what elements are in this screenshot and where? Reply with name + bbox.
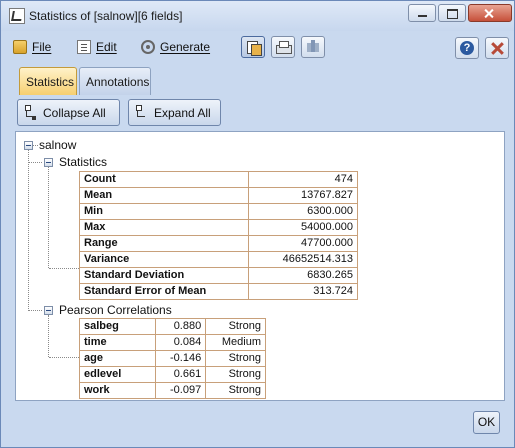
statistics-row: Min 6300.000: [78, 203, 358, 220]
menu-generate[interactable]: Generate: [141, 38, 210, 56]
statistics-row: Standard Deviation 6830.265: [78, 267, 358, 284]
statistics-row: Count 474: [78, 171, 358, 188]
statistic-value: 313.724: [248, 283, 358, 300]
statistic-value: 6300.000: [248, 203, 358, 220]
help-button[interactable]: ?: [455, 37, 479, 59]
statistics-table-body: Count 474 Mean 13767.827 Min 6300.000 Max 54000…: [78, 171, 358, 300]
tree-connector: [49, 268, 79, 269]
statistics-toggle[interactable]: [44, 158, 53, 167]
correlation-row: salbeg 0.880 Strong: [78, 318, 266, 335]
minimize-button[interactable]: [408, 4, 436, 22]
correlation-strength: Strong: [205, 382, 266, 399]
statistic-name: Variance: [78, 251, 250, 268]
correlation-value: 0.084: [155, 334, 207, 351]
statistics-row: Standard Error of Mean 313.724: [78, 283, 358, 300]
close-output-button[interactable]: [485, 37, 509, 59]
statistics-row: Mean 13767.827: [78, 187, 358, 204]
correlation-value: -0.097: [155, 382, 207, 399]
edit-icon: [77, 40, 91, 54]
tree-connector: [48, 315, 49, 357]
statistic-name: Standard Deviation: [78, 267, 250, 284]
copy-button[interactable]: [241, 36, 265, 58]
ok-button[interactable]: OK: [473, 411, 500, 434]
statistic-name: Max: [78, 219, 250, 236]
statistics-window: Statistics of [salnow][6 fields] File Ed…: [0, 0, 515, 448]
statistic-value: 6830.265: [248, 267, 358, 284]
app-icon: [9, 8, 25, 24]
statistics-row: Range 47700.000: [78, 235, 358, 252]
menu-bar: File Edit Generate ?: [9, 32, 509, 62]
statistic-value: 46652514.313: [248, 251, 358, 268]
statistic-value: 47700.000: [248, 235, 358, 252]
correlations-node-label[interactable]: Pearson Correlations: [59, 303, 172, 317]
tree-connector: [28, 150, 29, 311]
correlation-value: 0.880: [155, 318, 207, 335]
tree-connector: [29, 310, 42, 311]
menu-file-label: File: [32, 40, 52, 54]
tree-connector: [49, 357, 79, 358]
tab-bar: Statistics Annotations: [15, 67, 505, 97]
folder-icon: [13, 40, 27, 54]
tab-statistics[interactable]: Statistics: [19, 67, 77, 95]
correlations-table: salbeg 0.880 Strong time 0.084 Medium age -0.14…: [78, 318, 266, 399]
maximize-button[interactable]: [438, 4, 466, 22]
tree-toolbar: Collapse All Expand All: [15, 99, 505, 129]
statistics-table: Count 474 Mean 13767.827 Min 6300.000 Max 54000…: [78, 171, 358, 300]
window-title: Statistics of [salnow][6 fields]: [29, 9, 183, 23]
statistics-row: Variance 46652514.313: [78, 251, 358, 268]
statistic-value: 13767.827: [248, 187, 358, 204]
tab-annotations[interactable]: Annotations: [79, 67, 151, 95]
tree-connector: [33, 145, 38, 146]
correlation-row: work -0.097 Strong: [78, 382, 266, 399]
generate-icon: [141, 40, 155, 54]
statistics-row: Max 54000.000: [78, 219, 358, 236]
correlation-strength: Strong: [205, 350, 266, 367]
correlation-field: salbeg: [78, 318, 157, 335]
statistic-name: Mean: [78, 187, 250, 204]
menu-generate-label: Generate: [160, 40, 211, 54]
print-button[interactable]: [271, 36, 295, 58]
title-bar[interactable]: Statistics of [salnow][6 fields]: [1, 1, 514, 31]
expand-icon: [135, 105, 148, 120]
correlation-strength: Medium: [205, 334, 266, 351]
export-button[interactable]: [301, 36, 325, 58]
correlation-strength: Strong: [205, 366, 266, 383]
menu-file[interactable]: File: [13, 38, 51, 56]
collapse-icon: [24, 105, 37, 120]
window-controls: [408, 4, 512, 24]
correlation-value: 0.661: [155, 366, 207, 383]
tree-connector: [29, 162, 42, 163]
menu-edit-label: Edit: [96, 40, 117, 54]
expand-all-label: Expand All: [154, 105, 211, 120]
correlation-field: work: [78, 382, 157, 399]
statistic-name: Count: [78, 171, 250, 188]
statistic-value: 474: [248, 171, 358, 188]
statistics-node-label[interactable]: Statistics: [59, 155, 107, 169]
window-close-button[interactable]: [468, 4, 512, 22]
correlations-toggle[interactable]: [44, 306, 53, 315]
collapse-all-button[interactable]: Collapse All: [17, 99, 120, 126]
correlation-strength: Strong: [205, 318, 266, 335]
correlation-row: edlevel 0.661 Strong: [78, 366, 266, 383]
collapse-all-label: Collapse All: [43, 105, 106, 120]
statistic-value: 54000.000: [248, 219, 358, 236]
statistic-name: Standard Error of Mean: [78, 283, 250, 300]
help-icon: ?: [460, 41, 474, 55]
toolbar-buttons: [241, 36, 331, 60]
expand-all-button[interactable]: Expand All: [128, 99, 221, 126]
correlation-row: time 0.084 Medium: [78, 334, 266, 351]
correlation-field: age: [78, 350, 157, 367]
correlations-table-body: salbeg 0.880 Strong time 0.084 Medium age -0.14…: [78, 318, 266, 399]
correlation-row: age -0.146 Strong: [78, 350, 266, 367]
correlation-field: edlevel: [78, 366, 157, 383]
menu-edit[interactable]: Edit: [77, 38, 117, 56]
results-tree-panel[interactable]: salnow Statistics Count 474 Mean 13767.827 M…: [15, 131, 505, 401]
tree-root-label[interactable]: salnow: [39, 138, 76, 152]
correlation-value: -0.146: [155, 350, 207, 367]
statistic-name: Range: [78, 235, 250, 252]
correlation-field: time: [78, 334, 157, 351]
salnow-toggle[interactable]: [24, 141, 33, 150]
statistic-name: Min: [78, 203, 250, 220]
tree-connector: [48, 167, 49, 268]
